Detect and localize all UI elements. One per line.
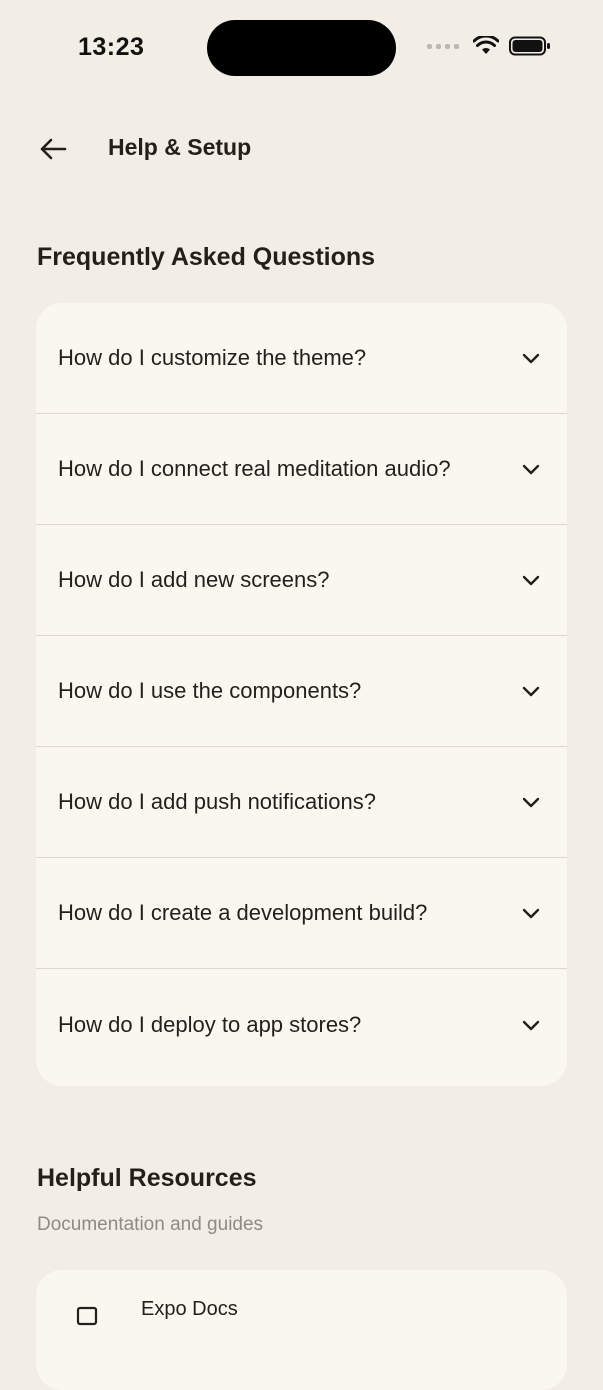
faq-question: How do I use the components? [58, 678, 362, 703]
chevron-down-icon [522, 353, 540, 364]
chevron-down-icon [522, 575, 540, 586]
faq-question: How do I create a development build? [58, 900, 428, 925]
faq-question: How do I add push notifications? [58, 789, 376, 814]
dynamic-island [207, 20, 396, 76]
wifi-icon [473, 36, 499, 54]
status-icons [427, 36, 551, 56]
book-icon [76, 1306, 98, 1326]
arrow-left-icon [40, 138, 67, 160]
chevron-down-icon [522, 464, 540, 475]
page-title: Help & Setup [108, 134, 252, 160]
faq-item-components[interactable]: How do I use the components? [36, 636, 567, 747]
faq-item-push-notifications[interactable]: How do I add push notifications? [36, 747, 567, 858]
resources-subtitle: Documentation and guides [37, 1214, 264, 1235]
header: Help & Setup [0, 118, 603, 178]
faq-question: How do I customize the theme? [58, 345, 367, 370]
resource-name: Expo Docs [141, 1298, 238, 1320]
chevron-down-icon [522, 908, 540, 919]
faq-item-new-screens[interactable]: How do I add new screens? [36, 525, 567, 636]
battery-icon [509, 36, 550, 56]
faq-list: How do I customize the theme? How do I c… [36, 303, 567, 1086]
resources-section-title: Helpful Resources [37, 1164, 257, 1192]
back-button[interactable] [30, 126, 76, 172]
faq-section-title: Frequently Asked Questions [37, 243, 376, 271]
cellular-signal-icon [427, 43, 459, 49]
faq-item-deploy-app-stores[interactable]: How do I deploy to app stores? [36, 969, 567, 1080]
chevron-down-icon [522, 1020, 540, 1030]
chevron-down-icon [522, 686, 540, 697]
faq-question: How do I connect real meditation audio? [58, 456, 451, 481]
faq-question: How do I add new screens? [58, 567, 330, 592]
faq-item-development-build[interactable]: How do I create a development build? [36, 858, 567, 969]
status-bar: 13:23 [0, 0, 603, 96]
status-time: 13:23 [78, 33, 145, 61]
resource-item-expo-docs[interactable]: Expo Docs [36, 1270, 567, 1390]
faq-question: How do I deploy to app stores? [58, 1011, 362, 1037]
faq-item-customize-theme[interactable]: How do I customize the theme? [36, 303, 567, 414]
faq-item-meditation-audio[interactable]: How do I connect real meditation audio? [36, 414, 567, 525]
chevron-down-icon [522, 797, 540, 808]
